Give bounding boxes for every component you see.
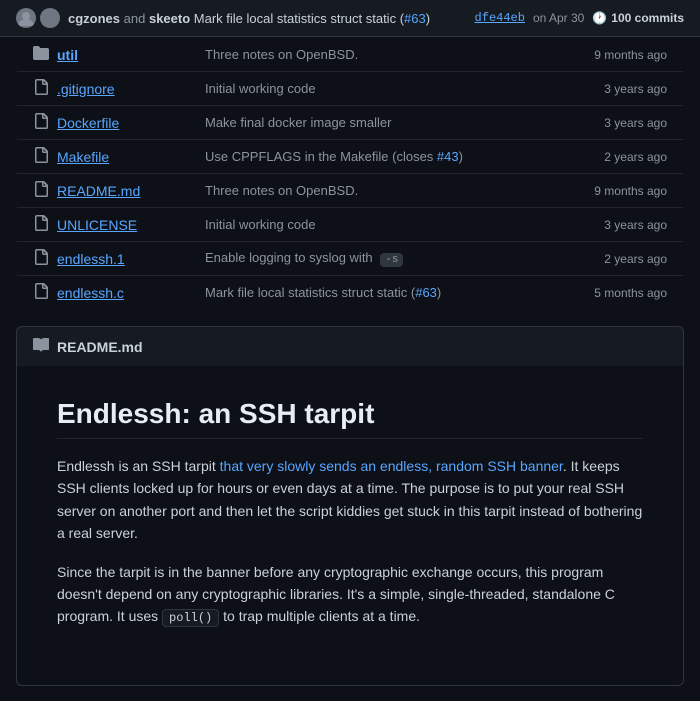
avatar-skeeto: [40, 8, 60, 28]
and-text: and: [124, 11, 146, 26]
avatar-group: [16, 8, 60, 28]
readme-filename: README.md: [57, 339, 143, 355]
table-row: Dockerfile Make final docker image small…: [17, 106, 684, 140]
history-icon: 🕐: [592, 11, 607, 25]
commit-message: Three notes on OpenBSD.: [205, 183, 358, 198]
commit-bar: cgzones and skeeto Mark file local stati…: [0, 0, 700, 37]
file-name-cell: endlessh.c: [33, 283, 173, 302]
commit-message: Make final docker image smaller: [205, 115, 391, 130]
file-name-cell: UNLICENSE: [33, 215, 173, 234]
file-icon: [33, 215, 49, 234]
file-icon: [33, 79, 49, 98]
commit-pr-link[interactable]: #63: [404, 11, 426, 26]
commit-authors: cgzones and skeeto Mark file local stati…: [68, 11, 467, 26]
commit-meta: dfe44eb on Apr 30 🕐 100 commits: [475, 11, 684, 25]
file-link[interactable]: .gitignore: [57, 81, 115, 97]
readme-paragraph-1: Endlessh is an SSH tarpit that very slow…: [57, 455, 643, 545]
readme-header: README.md: [16, 326, 684, 366]
file-icon: [33, 181, 49, 200]
file-age: 9 months ago: [552, 174, 684, 208]
file-name-cell: endlessh.1: [33, 249, 173, 268]
file-age: 9 months ago: [552, 38, 684, 72]
file-age: 2 years ago: [552, 242, 684, 276]
file-name-cell: .gitignore: [33, 79, 173, 98]
file-age: 3 years ago: [552, 208, 684, 242]
table-row: endlessh.c Mark file local statistics st…: [17, 276, 684, 310]
commit-message: Initial working code: [205, 217, 316, 232]
commit-hash[interactable]: dfe44eb: [475, 11, 525, 25]
table-row: .gitignore Initial working code 3 years …: [17, 72, 684, 106]
file-age: 2 years ago: [552, 140, 684, 174]
file-icon: [33, 113, 49, 132]
table-row: README.md Three notes on OpenBSD. 9 mont…: [17, 174, 684, 208]
author-1[interactable]: cgzones: [68, 11, 120, 26]
file-name-cell: Dockerfile: [33, 113, 173, 132]
pr-link[interactable]: #43: [437, 149, 459, 164]
commit-badge: -s: [380, 253, 403, 267]
file-icon: [33, 249, 49, 268]
commit-message: Use CPPFLAGS in the Makefile (closes #43…: [205, 149, 463, 164]
file-link[interactable]: util: [57, 47, 78, 63]
table-row: util Three notes on OpenBSD. 9 months ag…: [17, 38, 684, 72]
commit-message: Mark file local statistics struct static…: [205, 285, 441, 300]
readme-section: README.md Endlessh: an SSH tarpit Endles…: [0, 326, 700, 701]
file-name-cell: util: [33, 45, 173, 64]
file-link[interactable]: Makefile: [57, 149, 109, 165]
file-link[interactable]: endlessh.c: [57, 285, 124, 301]
folder-icon: [33, 45, 49, 64]
file-link[interactable]: endlessh.1: [57, 251, 125, 267]
commits-label: 100 commits: [611, 11, 684, 25]
table-row: Makefile Use CPPFLAGS in the Makefile (c…: [17, 140, 684, 174]
readme-p2-post: to trap multiple clients at a time.: [219, 608, 420, 624]
readme-body: Endlessh: an SSH tarpit Endlessh is an S…: [16, 366, 684, 686]
file-icon: [33, 147, 49, 166]
readme-heading: Endlessh: an SSH tarpit: [57, 398, 643, 439]
file-name-cell: README.md: [33, 181, 173, 200]
table-row: UNLICENSE Initial working code 3 years a…: [17, 208, 684, 242]
commit-message: Three notes on OpenBSD.: [205, 47, 358, 62]
table-row: endlessh.1 Enable logging to syslog with…: [17, 242, 684, 276]
file-link[interactable]: UNLICENSE: [57, 217, 137, 233]
commit-message: Initial working code: [205, 81, 316, 96]
file-table-wrapper: util Three notes on OpenBSD. 9 months ag…: [0, 37, 700, 310]
file-link[interactable]: Dockerfile: [57, 115, 119, 131]
readme-code-inline: poll(): [162, 609, 219, 627]
readme-p1-link[interactable]: that very slowly sends an endless, rando…: [220, 458, 563, 474]
commit-date: on Apr 30: [533, 11, 584, 25]
file-link[interactable]: README.md: [57, 183, 140, 199]
commits-count-button[interactable]: 🕐 100 commits: [592, 11, 684, 25]
readme-paragraph-2: Since the tarpit is in the banner before…: [57, 561, 643, 629]
file-age: 3 years ago: [552, 106, 684, 140]
avatar-cgzones: [16, 8, 36, 28]
file-icon: [33, 283, 49, 302]
file-age: 3 years ago: [552, 72, 684, 106]
file-name-cell: Makefile: [33, 147, 173, 166]
author-2[interactable]: skeeto: [149, 11, 190, 26]
readme-p1-pre: Endlessh is an SSH tarpit: [57, 458, 220, 474]
readme-list-icon: [33, 337, 49, 356]
file-age: 5 months ago: [552, 276, 684, 310]
pr-link[interactable]: #63: [415, 285, 437, 300]
file-table: util Three notes on OpenBSD. 9 months ag…: [16, 37, 684, 310]
commit-message-text: Mark file local statistics struct static…: [194, 11, 430, 26]
commit-message: Enable logging to syslog with -s: [205, 250, 403, 265]
